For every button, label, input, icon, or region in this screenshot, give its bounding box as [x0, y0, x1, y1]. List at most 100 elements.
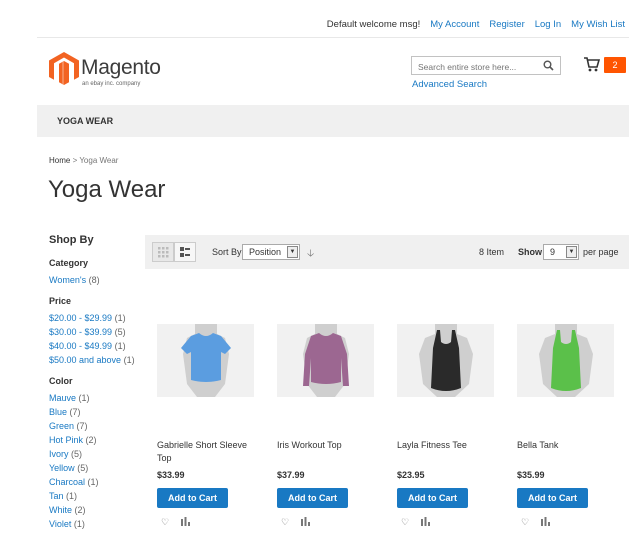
- filter-option-label[interactable]: $30.00 - $39.99: [49, 327, 112, 337]
- search-icon[interactable]: [543, 60, 554, 71]
- filter-option-label[interactable]: Green: [49, 421, 74, 431]
- filter-option[interactable]: $50.00 and above (1): [49, 353, 149, 367]
- sort-select[interactable]: Position ▼: [242, 244, 300, 260]
- product-image[interactable]: [277, 324, 374, 397]
- wishlist-heart-icon[interactable]: ♡: [521, 517, 529, 528]
- filter-option-label[interactable]: Yellow: [49, 463, 75, 473]
- filter-option[interactable]: White (2): [49, 503, 149, 517]
- filter-group-category: Category Women's (8): [49, 258, 149, 287]
- product-name[interactable]: Layla Fitness Tee: [397, 439, 497, 452]
- filter-option-label[interactable]: Women's: [49, 275, 86, 285]
- filter-option-label[interactable]: Violet: [49, 519, 71, 529]
- filter-option[interactable]: Tan (1): [49, 489, 149, 503]
- filter-option-label[interactable]: $40.00 - $49.99: [49, 341, 112, 351]
- filter-option[interactable]: Hot Pink (2): [49, 433, 149, 447]
- header-divider: [37, 37, 629, 38]
- list-view-button[interactable]: [174, 242, 196, 262]
- filter-group-price: Price $20.00 - $29.99 (1) $30.00 - $39.9…: [49, 296, 149, 367]
- logo[interactable]: Magento an ebay inc. company: [49, 52, 169, 92]
- filter-option[interactable]: $30.00 - $39.99 (5): [49, 325, 149, 339]
- wishlist-heart-icon[interactable]: ♡: [161, 517, 169, 528]
- dropdown-arrow-icon: ▼: [287, 246, 298, 258]
- filter-option[interactable]: Violet (1): [49, 517, 149, 531]
- cart-icon[interactable]: [584, 57, 600, 72]
- limiter-select[interactable]: 9 ▼: [543, 244, 579, 260]
- magento-logo-icon: [49, 52, 79, 85]
- add-to-cart-button[interactable]: Add to Cart: [397, 488, 468, 508]
- filter-option[interactable]: Ivory (5): [49, 447, 149, 461]
- products-toolbar: Sort By Position ▼ 🡣 8 Item Show 9 ▼ per…: [145, 235, 629, 269]
- main-nav: YOGA WEAR: [37, 105, 629, 137]
- product-item: Gabrielle Short Sleeve Top $33.99 Add to…: [157, 324, 257, 527]
- welcome-message: Default welcome msg!: [326, 19, 421, 30]
- nav-item-yoga-wear[interactable]: YOGA WEAR: [57, 116, 113, 126]
- filter-option-label[interactable]: Ivory: [49, 449, 69, 459]
- product-price: $37.99: [277, 470, 305, 480]
- wishlist-link[interactable]: My Wish List: [571, 19, 625, 30]
- filter-option-label[interactable]: $50.00 and above: [49, 355, 121, 365]
- product-price: $35.99: [517, 470, 545, 480]
- filter-option-count: (1): [114, 313, 126, 323]
- register-link[interactable]: Register: [489, 19, 524, 30]
- filter-option-count: (5): [114, 327, 126, 337]
- breadcrumb-home[interactable]: Home: [49, 156, 70, 165]
- filter-option[interactable]: $40.00 - $49.99 (1): [49, 339, 149, 353]
- breadcrumb-separator: >: [72, 156, 78, 165]
- compare-icon[interactable]: [181, 517, 190, 526]
- filter-option-label[interactable]: Blue: [49, 407, 67, 417]
- filter-option-label[interactable]: Charcoal: [49, 477, 85, 487]
- my-account-link[interactable]: My Account: [430, 19, 479, 30]
- filter-option[interactable]: $20.00 - $29.99 (1): [49, 311, 149, 325]
- breadcrumb: Home > Yoga Wear: [49, 156, 118, 165]
- sort-select-value: Position: [249, 247, 282, 257]
- logo-wordmark: Magento: [81, 56, 161, 79]
- compare-icon[interactable]: [301, 517, 310, 526]
- filter-option-label[interactable]: Hot Pink: [49, 435, 83, 445]
- login-link[interactable]: Log In: [535, 19, 561, 30]
- filter-option-count: (8): [88, 275, 100, 285]
- grid-view-icon: [158, 247, 169, 258]
- product-image[interactable]: [397, 324, 494, 397]
- wishlist-heart-icon[interactable]: ♡: [281, 517, 289, 528]
- filter-option-label[interactable]: $20.00 - $29.99: [49, 313, 112, 323]
- product-photo: [517, 324, 614, 397]
- header-links: Default welcome msg! My Account Register…: [327, 19, 625, 30]
- cart-count-badge[interactable]: 2: [604, 57, 626, 73]
- compare-icon[interactable]: [541, 517, 550, 526]
- filter-option[interactable]: Yellow (5): [49, 461, 149, 475]
- filter-option-label[interactable]: Mauve: [49, 393, 76, 403]
- filter-group-title: Price: [49, 296, 72, 306]
- filter-option-label[interactable]: White: [49, 505, 72, 515]
- filter-option[interactable]: Blue (7): [49, 405, 149, 419]
- search-box: [411, 56, 561, 76]
- shop-by-title: Shop By: [49, 234, 94, 246]
- product-image[interactable]: [157, 324, 254, 397]
- product-name[interactable]: Gabrielle Short Sleeve Top: [157, 439, 257, 465]
- filter-option-count: (5): [77, 463, 89, 473]
- product-image[interactable]: [517, 324, 614, 397]
- filter-option[interactable]: Women's (8): [49, 273, 149, 287]
- compare-icon[interactable]: [421, 517, 430, 526]
- sort-direction-arrow-icon[interactable]: 🡣: [307, 246, 314, 263]
- sidebar-filters: Shop By Category Women's (8) Price $20.0…: [49, 234, 149, 531]
- filter-option[interactable]: Green (7): [49, 419, 149, 433]
- product-photo: [277, 324, 374, 397]
- filter-option-label[interactable]: Tan: [49, 491, 64, 501]
- search-input[interactable]: [412, 58, 538, 76]
- advanced-search-link[interactable]: Advanced Search: [412, 79, 487, 90]
- add-to-cart-button[interactable]: Add to Cart: [517, 488, 588, 508]
- product-item: Iris Workout Top $37.99 Add to Cart ♡: [277, 324, 377, 527]
- product-name[interactable]: Bella Tank: [517, 439, 617, 452]
- product-name[interactable]: Iris Workout Top: [277, 439, 377, 452]
- add-to-cart-button[interactable]: Add to Cart: [157, 488, 228, 508]
- product-price: $23.95: [397, 470, 425, 480]
- wishlist-heart-icon[interactable]: ♡: [401, 517, 409, 528]
- grid-view-button[interactable]: [152, 242, 174, 262]
- add-to-cart-button[interactable]: Add to Cart: [277, 488, 348, 508]
- filter-option[interactable]: Charcoal (1): [49, 475, 149, 489]
- filter-option-count: (7): [76, 421, 88, 431]
- filter-option-count: (1): [87, 477, 99, 487]
- per-page-label: per page: [583, 247, 619, 257]
- filter-option[interactable]: Mauve (1): [49, 391, 149, 405]
- logo-tagline: an ebay inc. company: [82, 81, 141, 87]
